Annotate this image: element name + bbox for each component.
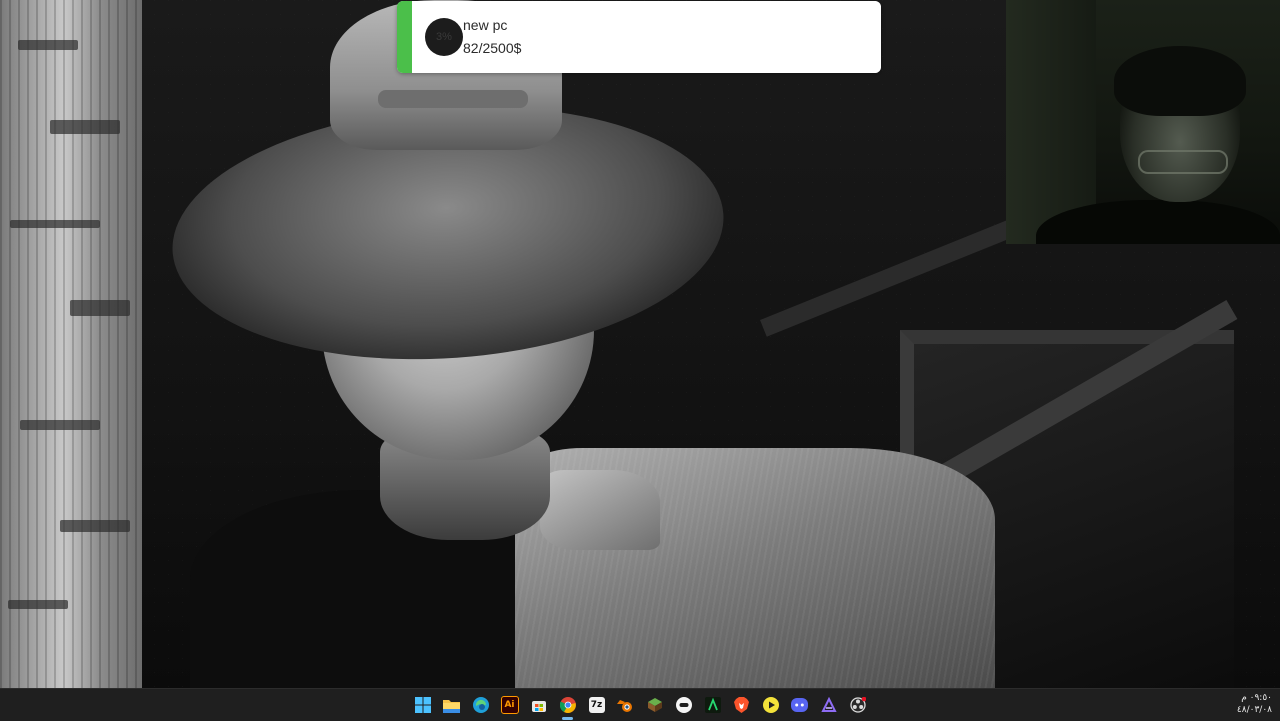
edge-browser-icon[interactable]	[466, 689, 495, 721]
goal-progress-bar	[397, 1, 412, 73]
adobe-illustrator-icon[interactable]: Ai	[495, 689, 524, 721]
chrome-browser-icon[interactable]	[553, 689, 582, 721]
media-player-icon[interactable]	[756, 689, 785, 721]
streamlabs-icon[interactable]	[669, 689, 698, 721]
windows-start-icon[interactable]	[408, 689, 437, 721]
webcam-overlay	[1006, 0, 1280, 244]
system-clock[interactable]: ٠٩:٥٠ م ٤٨/٠٣/٠٨	[1237, 692, 1272, 716]
obs-studio-icon[interactable]	[843, 689, 872, 721]
goal-percent-badge: 3%	[425, 18, 463, 56]
affinity-icon[interactable]	[814, 689, 843, 721]
blender-icon[interactable]	[611, 689, 640, 721]
aseprite-icon[interactable]	[698, 689, 727, 721]
microsoft-store-icon[interactable]	[524, 689, 553, 721]
clock-time: ٠٩:٥٠ م	[1241, 693, 1272, 703]
7zip-icon[interactable]: 7z	[582, 689, 611, 721]
clock-date: ٤٨/٠٣/٠٨	[1236, 705, 1272, 715]
donation-goal-widget: 3% new pc 82/2500$	[397, 1, 881, 73]
brave-browser-icon[interactable]	[727, 689, 756, 721]
discord-icon[interactable]	[785, 689, 814, 721]
file-explorer-icon[interactable]	[437, 689, 466, 721]
goal-title: new pc	[463, 17, 508, 33]
taskbar-pinned-apps: Ai 7z	[408, 689, 872, 721]
taskbar: Ai 7z ٠٩:٥٠ م ٤٨/٠٣/٠٨	[0, 688, 1280, 721]
goal-amount: 82/2500$	[463, 40, 522, 56]
minecraft-launcher-icon[interactable]	[640, 689, 669, 721]
